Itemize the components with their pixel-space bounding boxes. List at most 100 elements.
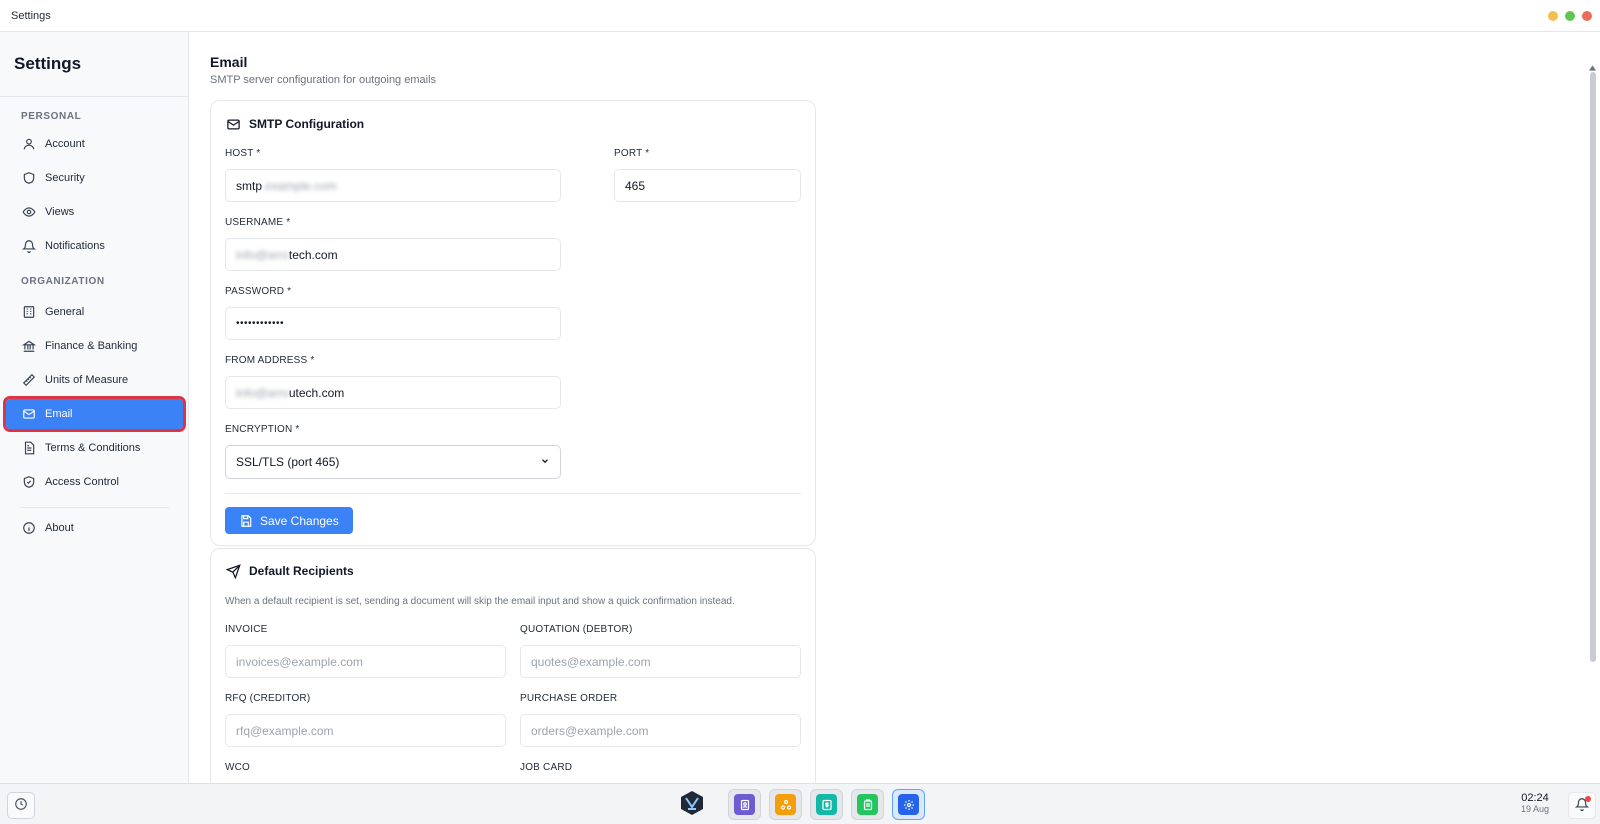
chevron-down-icon <box>540 455 550 469</box>
wco-label: WCO <box>225 762 251 773</box>
sidebar-item-general[interactable]: General <box>6 297 183 327</box>
sidebar-item-label: General <box>45 306 85 318</box>
page-subtitle: SMTP server configuration for outgoing e… <box>210 74 437 86</box>
rfq-label: RFQ (CREDITOR) <box>225 693 311 704</box>
save-changes-button[interactable]: Save Changes <box>225 507 353 534</box>
dollar-icon <box>816 794 837 815</box>
sidebar-item-email[interactable]: Email <box>3 396 186 432</box>
port-label: PORT * <box>614 148 650 159</box>
sidebar-title: Settings <box>14 54 82 73</box>
clock-date: 19 Aug <box>1520 804 1550 814</box>
sidebar-item-label: Terms & Conditions <box>45 442 141 454</box>
bank-icon <box>22 339 36 353</box>
smtp-card-title: SMTP Configuration <box>225 116 364 132</box>
from-address-label: FROM ADDRESS * <box>225 355 315 366</box>
shield-check-icon <box>22 475 36 489</box>
clock-icon <box>14 797 28 814</box>
sidebar-item-about[interactable]: About <box>6 513 183 543</box>
settings-app-button[interactable] <box>892 789 925 820</box>
sidebar-item-units[interactable]: Units of Measure <box>6 365 183 395</box>
host-input[interactable]: smtp .example.com <box>225 169 561 202</box>
notes-app-button[interactable] <box>851 789 884 820</box>
invoice-label: INVOICE <box>225 624 268 635</box>
sidebar-item-label: Notifications <box>45 240 105 252</box>
app-logo[interactable] <box>675 789 708 820</box>
purchase-order-label: PURCHASE ORDER <box>520 693 618 704</box>
taskbar-clock: 02:24 19 Aug <box>1514 792 1556 814</box>
close-button[interactable] <box>1582 11 1592 21</box>
eye-icon <box>22 205 36 219</box>
sidebar-item-label: Email <box>45 408 73 420</box>
building-icon <box>22 305 36 319</box>
user-icon <box>22 137 36 151</box>
mail-icon <box>225 116 241 132</box>
sidebar-item-label: Account <box>45 138 85 150</box>
window-controls <box>1548 11 1592 21</box>
notification-badge <box>1585 796 1591 802</box>
sidebar-item-label: Security <box>45 172 85 184</box>
password-label: PASSWORD * <box>225 286 292 297</box>
maximize-button[interactable] <box>1565 11 1575 21</box>
info-icon <box>22 521 36 535</box>
sidebar-divider <box>20 507 169 508</box>
job-card-label: JOB CARD <box>520 762 573 773</box>
network-app-button[interactable] <box>769 789 802 820</box>
sidebar-item-notifications[interactable]: Notifications <box>6 231 183 261</box>
quotation-recipient-input[interactable] <box>520 645 801 678</box>
sidebar-item-finance[interactable]: Finance & Banking <box>6 331 183 361</box>
scroll-up-arrow[interactable] <box>1589 65 1596 71</box>
password-input[interactable]: •••••••••••• <box>225 307 561 340</box>
sidebar-item-views[interactable]: Views <box>6 197 183 227</box>
taskbar: 02:24 19 Aug <box>0 783 1600 824</box>
purchase-order-recipient-input[interactable] <box>520 714 801 747</box>
default-recipients-card: Default Recipients When a default recipi… <box>210 548 816 783</box>
host-label: HOST * <box>225 148 261 159</box>
sidebar-item-security[interactable]: Security <box>6 163 183 193</box>
send-icon <box>225 563 241 579</box>
contacts-app-button[interactable] <box>728 789 761 820</box>
network-icon <box>775 794 796 815</box>
quotation-label: QUOTATION (DEBTOR) <box>520 624 633 635</box>
card-divider <box>225 493 801 494</box>
section-label-personal: PERSONAL <box>21 111 82 122</box>
ruler-icon <box>22 373 36 387</box>
scrollbar-thumb[interactable] <box>1590 72 1596 662</box>
save-icon <box>239 514 253 528</box>
window-title: Settings <box>11 9 51 22</box>
invoice-recipient-input[interactable] <box>225 645 506 678</box>
bell-icon <box>22 239 36 253</box>
encryption-label: ENCRYPTION * <box>225 424 300 435</box>
section-label-organization: ORGANIZATION <box>21 276 105 287</box>
notifications-button[interactable] <box>1568 792 1596 819</box>
username-label: USERNAME * <box>225 217 291 228</box>
sidebar-item-label: Finance & Banking <box>45 340 138 352</box>
recipients-card-title: Default Recipients <box>225 563 354 579</box>
sidebar-item-access[interactable]: Access Control <box>6 467 183 497</box>
sidebar-item-label: Views <box>45 206 75 218</box>
gear-icon <box>898 794 919 815</box>
smtp-card: SMTP Configuration HOST * smtp .example.c… <box>210 100 816 546</box>
sidebar-item-account[interactable]: Account <box>6 129 183 159</box>
sidebar-item-label: Units of Measure <box>45 374 129 386</box>
page-title: Email <box>210 54 248 70</box>
sidebar-item-terms[interactable]: Terms & Conditions <box>6 433 183 463</box>
mail-icon <box>22 407 36 421</box>
finance-app-button[interactable] <box>810 789 843 820</box>
taskbar-apps <box>675 789 925 820</box>
recipients-description: When a default recipient is set, sending… <box>225 596 735 607</box>
sidebar: Settings PERSONAL Account Security Views… <box>0 32 189 783</box>
from-address-input[interactable]: info@arro utech.com <box>225 376 561 409</box>
rfq-recipient-input[interactable] <box>225 714 506 747</box>
minimize-button[interactable] <box>1548 11 1558 21</box>
clock-time: 02:24 <box>1521 792 1549 804</box>
sidebar-header: Settings <box>0 32 188 97</box>
title-bar: Settings <box>0 0 1600 32</box>
document-icon <box>22 441 36 455</box>
shield-icon <box>22 171 36 185</box>
history-button[interactable] <box>7 792 35 819</box>
contacts-icon <box>734 794 755 815</box>
encryption-select[interactable]: SSL/TLS (port 465) <box>225 445 561 479</box>
username-input[interactable]: info@arro tech.com <box>225 238 561 271</box>
logo-icon <box>679 790 705 819</box>
port-input[interactable] <box>614 169 801 202</box>
